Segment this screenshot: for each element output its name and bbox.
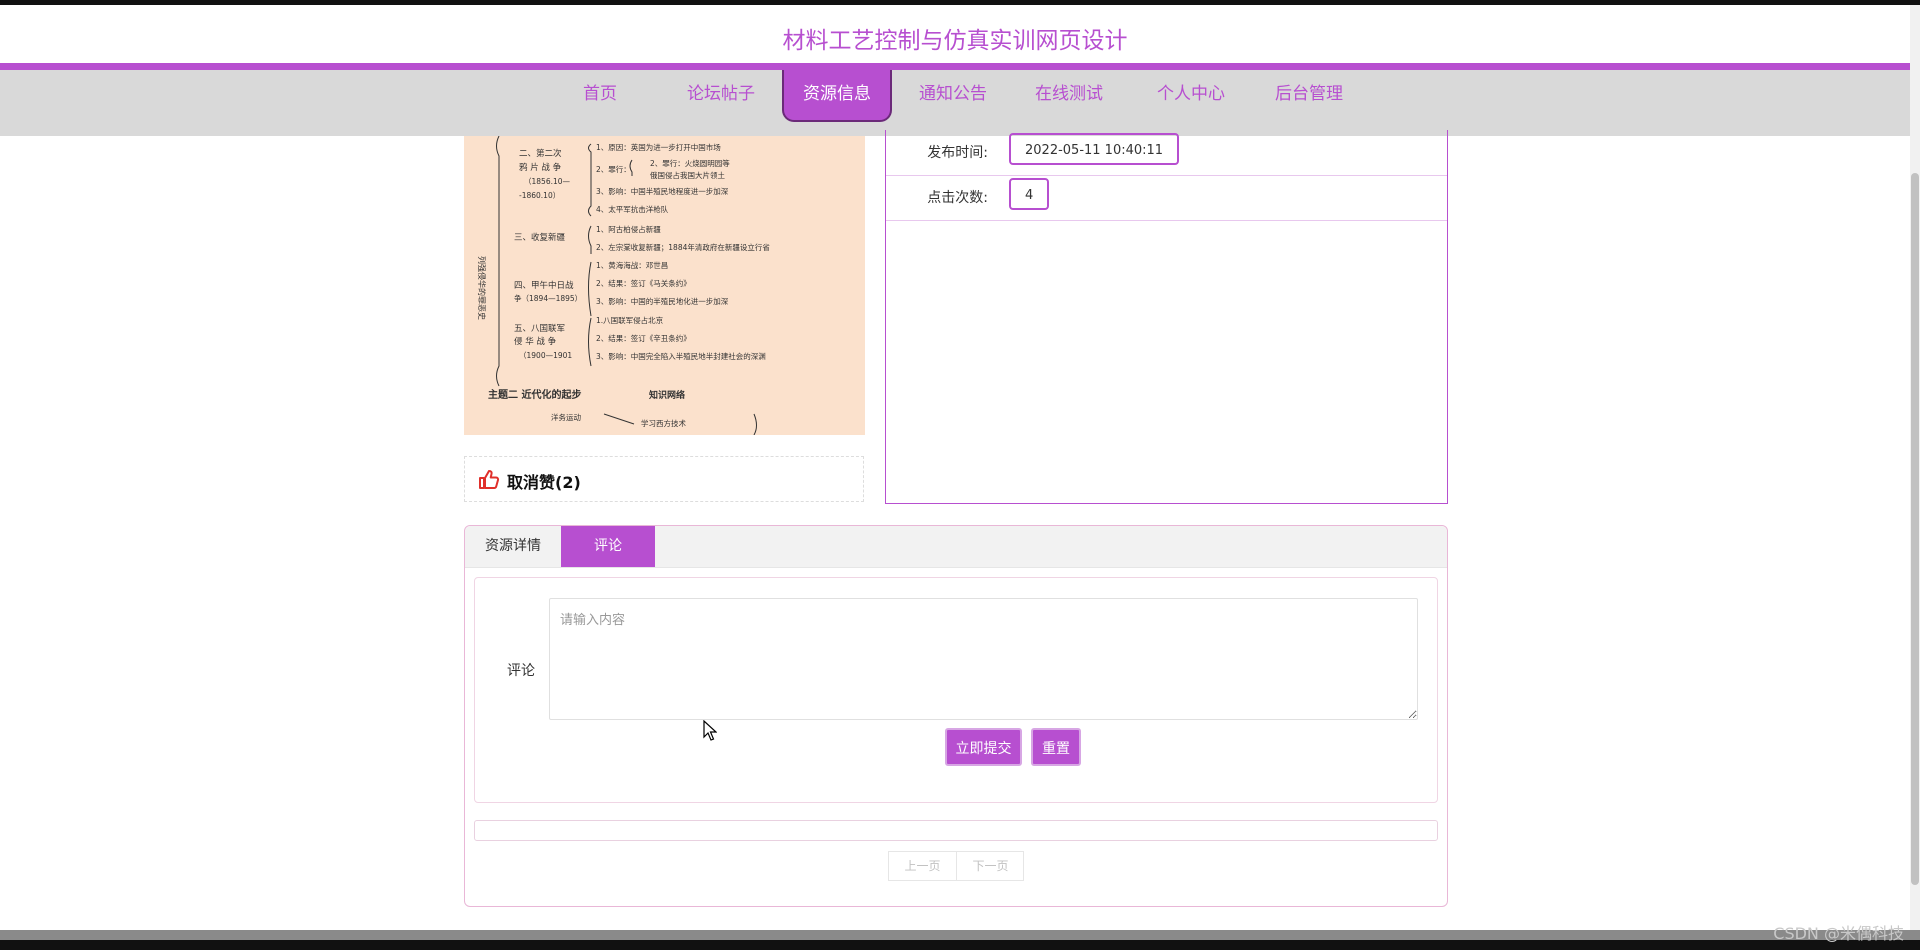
watermark: CSDN @米偶科技 <box>1773 924 1904 943</box>
resource-info-panel: 发布时间: 2022-05-11 10:40:11 点击次数: 4 <box>885 130 1448 504</box>
nav-item-home[interactable]: 首页 <box>570 70 630 136</box>
click-count-label: 点击次数: <box>927 190 988 206</box>
mindmap-leaf: 1、阿古柏侵占新疆 <box>596 224 661 234</box>
publish-time-row: 发布时间: 2022-05-11 10:40:11 <box>886 130 1447 176</box>
click-count-row: 点击次数: 4 <box>886 175 1447 221</box>
mindmap-leaf: 洋务运动 <box>551 412 581 422</box>
prev-page-button[interactable]: 上一页 <box>889 852 956 880</box>
click-count-value: 4 <box>1009 178 1050 210</box>
mouse-cursor-icon <box>703 719 718 746</box>
tab-bar: 资源详情 评论 <box>465 526 1447 568</box>
horizontal-scroll-track <box>0 930 1920 940</box>
svg-text:2、罪行：: 2、罪行： <box>596 164 631 174</box>
submit-button[interactable]: 立即提交 <box>945 728 1022 766</box>
resource-image-content: 列强侵华的罪恶史 二、第二次 鸦 片 战 争 （1856.10— -1860.1… <box>477 136 770 435</box>
mindmap-leaf: 2、结果：签订《辛丑条约》 <box>596 333 691 343</box>
mindmap-node: （1900—1901 <box>519 351 572 360</box>
mindmap-leaf: 3、影响：中国半殖民地程度进一步加深 <box>596 186 729 196</box>
window-bottom-edge <box>0 930 1920 950</box>
mindmap-node: 三、收复新疆 <box>514 232 566 243</box>
mindmap-node: 五、八国联军 <box>514 324 565 334</box>
next-page-button[interactable]: 下一页 <box>956 852 1024 880</box>
mindmap-leaf: 4、太平军抗击洋枪队 <box>596 204 669 214</box>
main-nav: 首页 论坛帖子 资源信息 通知公告 在线测试 个人中心 后台管理 <box>0 70 1910 136</box>
mindmap-leaf: 3、影响：中国的半殖民地化进一步加深 <box>596 296 729 306</box>
pagination: 上一页 下一页 <box>888 851 1024 881</box>
mindmap-leaf: 学习西方技术 <box>641 418 686 428</box>
thumbs-up-icon <box>477 468 501 492</box>
nav-item-admin[interactable]: 后台管理 <box>1268 70 1350 136</box>
mindmap-node: 鸦 片 战 争 <box>519 162 562 173</box>
mindmap-node: 争（1894—1895） <box>514 293 582 303</box>
site-title: 材料工艺控制与仿真实训网页设计 <box>782 28 1128 54</box>
nav-item-notices[interactable]: 通知公告 <box>912 70 994 136</box>
comment-input[interactable] <box>549 598 1418 720</box>
mindmap-node: -1860.10） <box>519 191 560 200</box>
header-accent-line <box>0 63 1910 70</box>
reset-button[interactable]: 重置 <box>1031 728 1081 766</box>
detail-tab-panel: 资源详情 评论 评论 立即提交 重置 上一页 下一页 <box>464 525 1448 907</box>
scrollbar-thumb[interactable] <box>1911 173 1919 885</box>
like-label: 取消赞(2) <box>507 473 581 492</box>
mindmap-leaf: 1、黄海海战：邓世昌 <box>596 260 668 270</box>
tab-comments[interactable]: 评论 <box>561 526 655 567</box>
mindmap-node: 四、甲午中日战 <box>514 280 574 291</box>
comment-list <box>474 820 1438 841</box>
nav-item-personal-center[interactable]: 个人中心 <box>1150 70 1232 136</box>
mindmap-section-subtitle: 知识网络 <box>648 389 685 401</box>
mindmap-side-title: 列强侵华的罪恶史 <box>477 256 487 320</box>
publish-time-label: 发布时间: <box>927 145 988 161</box>
mindmap-leaf: 3、影响：中国完全陷入半殖民地半封建社会的深渊 <box>596 351 766 361</box>
nav-item-online-test[interactable]: 在线测试 <box>1028 70 1110 136</box>
mindmap-leaf: 俄国侵占我国大片领土 <box>650 170 725 180</box>
mindmap-node: （1856.10— <box>524 177 571 186</box>
publish-time-value: 2022-05-11 10:40:11 <box>1009 133 1180 165</box>
nav-item-resources[interactable]: 资源信息 <box>782 70 892 122</box>
mindmap-section-title: 主题二 近代化的起步 <box>488 388 581 401</box>
mindmap-node: 二、第二次 <box>519 148 562 159</box>
tab-resource-details[interactable]: 资源详情 <box>465 526 561 567</box>
comment-form: 评论 立即提交 重置 <box>474 577 1438 803</box>
nav-item-forum[interactable]: 论坛帖子 <box>680 70 762 136</box>
mindmap-leaf: 2、左宗棠收复新疆；1884年清政府在新疆设立行省 <box>596 242 770 252</box>
site-header: 材料工艺控制与仿真实训网页设计 <box>0 5 1910 63</box>
page-scrollbar[interactable] <box>1910 5 1920 930</box>
mindmap-leaf: 1.八国联军侵占北京 <box>596 315 664 325</box>
like-toggle[interactable]: 取消赞(2) <box>464 456 864 502</box>
mindmap-node: 侵 华 战 争 <box>514 336 557 347</box>
mindmap-leaf: 2、结果：签订《马关条约》 <box>596 278 691 288</box>
mindmap-leaf: 1、原因：英国为进一步打开中国市场 <box>596 142 721 152</box>
resource-image: 列强侵华的罪恶史 二、第二次 鸦 片 战 争 （1856.10— -1860.1… <box>464 136 865 435</box>
mindmap-leaf: 2、罪行：火烧圆明园等 <box>650 158 730 168</box>
comment-label: 评论 <box>507 663 535 679</box>
